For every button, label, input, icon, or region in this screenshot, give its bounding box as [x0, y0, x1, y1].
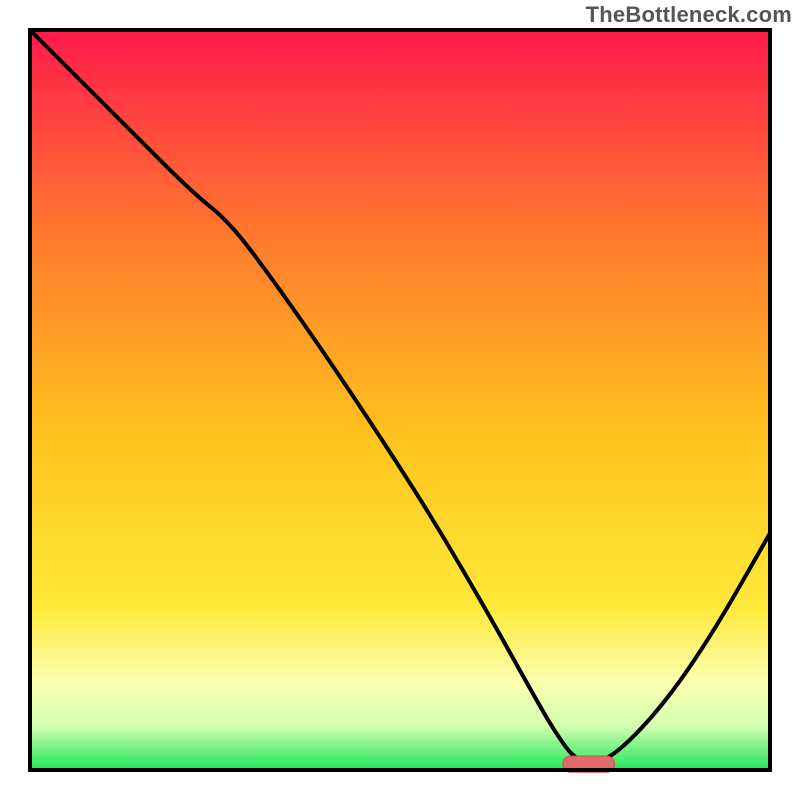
- bottleneck-chart: [0, 0, 800, 800]
- chart-frame: TheBottleneck.com: [0, 0, 800, 800]
- watermark-text: TheBottleneck.com: [586, 2, 792, 28]
